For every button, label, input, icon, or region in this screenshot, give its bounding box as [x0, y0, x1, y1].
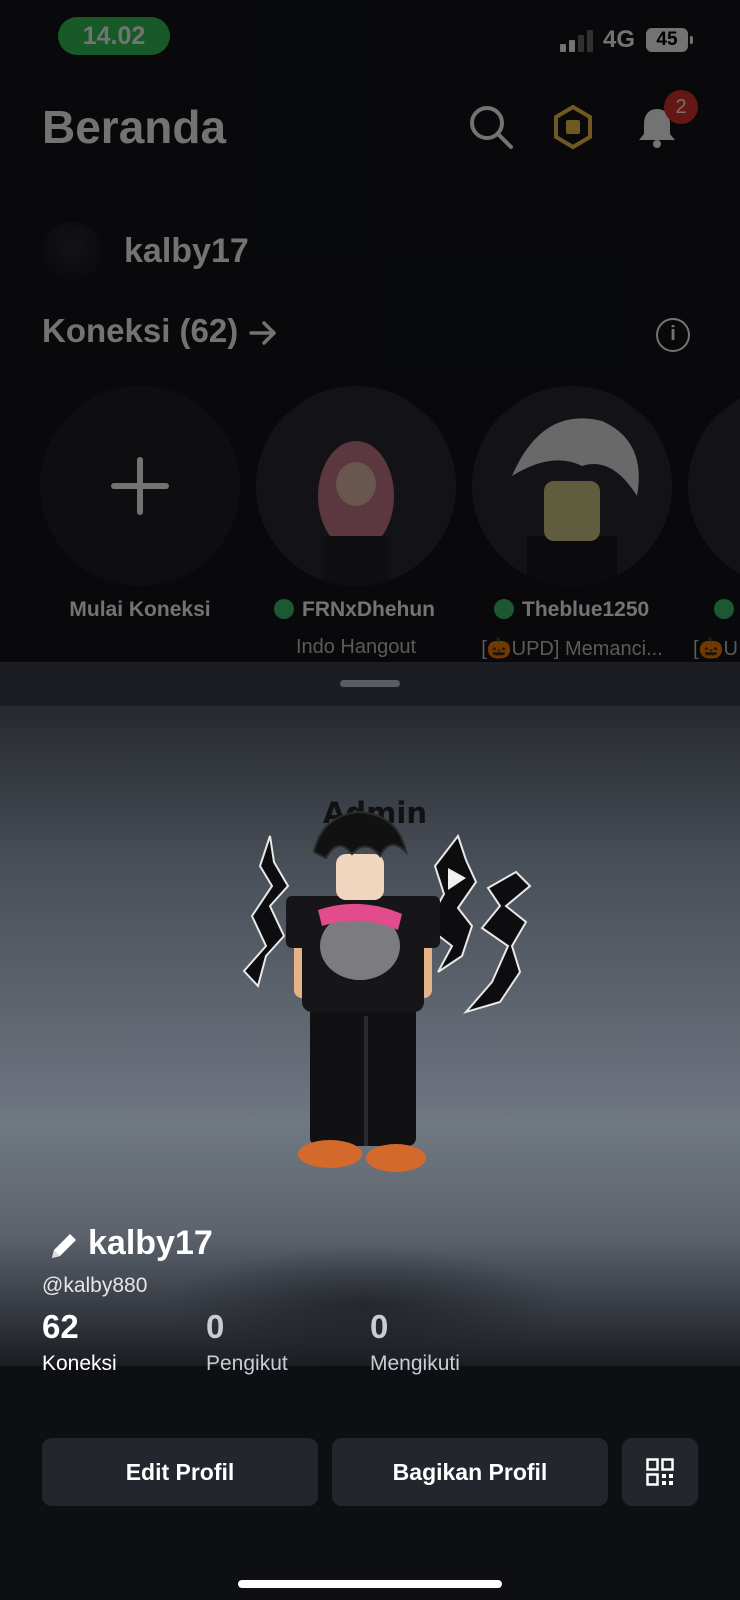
- share-profile-button[interactable]: Bagikan Profil: [332, 1438, 608, 1506]
- battery-icon: 45: [646, 28, 693, 52]
- avatar-figure: [242, 810, 532, 1172]
- notification-badge: 2: [664, 90, 698, 124]
- home-username: kalby17: [124, 232, 249, 270]
- stat-following[interactable]: 0 Mengikuti: [370, 1308, 460, 1376]
- page-title: Beranda: [42, 101, 227, 153]
- stat-value: 0: [206, 1308, 225, 1345]
- start-connection-item[interactable]: Mulai Koneksi: [40, 386, 240, 621]
- username-handle: @kalby880: [42, 1274, 148, 1297]
- network-type: 4G: [603, 26, 636, 53]
- friend-name: Mulai Koneksi: [69, 598, 211, 621]
- status-bar: 14.02 4G 45: [0, 0, 740, 78]
- qr-code-icon: [646, 1458, 674, 1486]
- qr-code-button[interactable]: [622, 1438, 698, 1506]
- display-name: kalby17: [88, 1224, 213, 1262]
- drag-handle[interactable]: [340, 680, 400, 687]
- profile-sheet: Admin kalby17 @kalby880 62 Koneksi 0 Pen…: [0, 662, 740, 1600]
- stat-value: 62: [42, 1308, 79, 1345]
- online-dot: [714, 599, 734, 619]
- search-icon[interactable]: [468, 104, 514, 150]
- status-time: 14.02: [58, 17, 170, 55]
- signal-icon: [560, 30, 594, 52]
- sheet-header[interactable]: [0, 662, 740, 706]
- home-screen: 14.02 4G 45 Beranda 2 kalby17 Koneksi (6…: [0, 0, 740, 662]
- start-connection-circle: [40, 386, 240, 586]
- home-indicator[interactable]: [238, 1580, 502, 1588]
- arrow-right-icon[interactable]: [248, 318, 278, 348]
- friend-status: [🎃UPD] Memanci...: [481, 638, 663, 660]
- friend-item[interactable]: FRNxDhehun Indo Hangout: [256, 386, 456, 658]
- online-dot: [494, 599, 514, 619]
- stat-connections[interactable]: 62 Koneksi: [42, 1308, 117, 1376]
- pencil-icon[interactable]: [48, 1230, 80, 1262]
- friend-status: [🎃U: [693, 638, 738, 660]
- stat-value: 0: [370, 1308, 389, 1345]
- stat-label: Mengikuti: [370, 1352, 460, 1375]
- connections-title[interactable]: Koneksi (62): [42, 312, 238, 350]
- friend-name: [714, 598, 740, 622]
- friend-status: Indo Hangout: [295, 636, 417, 658]
- friend-name: Theblue1250: [494, 598, 714, 622]
- avatar: [42, 222, 102, 282]
- online-dot: [274, 599, 294, 619]
- avatar-stage: Admin kalby17 @kalby880: [0, 706, 740, 1366]
- friend-item[interactable]: Theblue1250 [🎃UPD] Memanci...: [472, 386, 672, 660]
- plus-icon: [111, 457, 169, 515]
- avatar-image: [512, 418, 639, 586]
- friend-avatar: [472, 386, 672, 586]
- info-icon[interactable]: i: [656, 318, 690, 352]
- profile-stats: 62 Koneksi 0 Pengikut 0 Mengikuti: [42, 1308, 702, 1388]
- friend-avatar: [256, 386, 456, 586]
- stat-label: Koneksi: [42, 1352, 117, 1375]
- stat-followers[interactable]: 0 Pengikut: [206, 1308, 288, 1376]
- edit-profile-button[interactable]: Edit Profil: [42, 1438, 318, 1506]
- stat-label: Pengikut: [206, 1352, 288, 1375]
- friend-item[interactable]: [🎃U: [688, 386, 740, 660]
- friend-avatar: [688, 386, 740, 586]
- avatar-3d[interactable]: Admin: [230, 796, 550, 1216]
- robux-icon[interactable]: [550, 104, 596, 150]
- avatar-image: [318, 441, 394, 586]
- friend-name: FRNxDhehun: [274, 598, 494, 622]
